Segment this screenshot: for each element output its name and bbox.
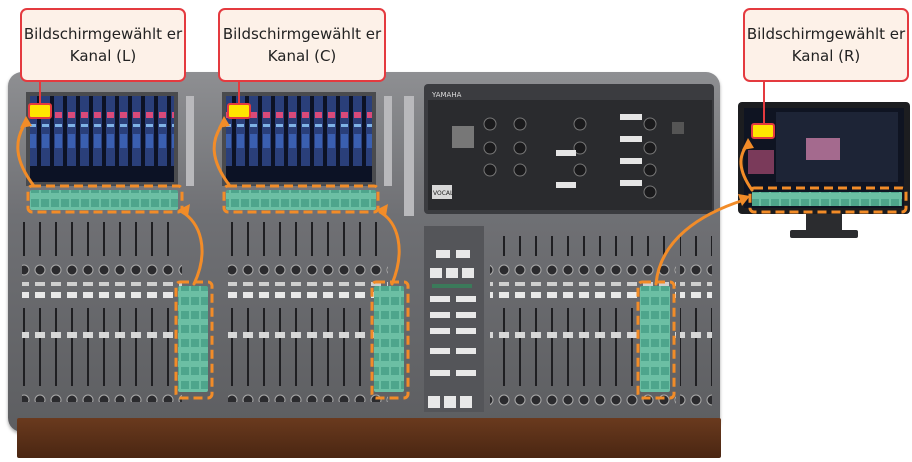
left-selected-channel-section bbox=[178, 286, 208, 392]
callout-left-text: Bildschirmgewählt er Kanal (L) bbox=[23, 25, 183, 65]
center-selected-channel-section bbox=[374, 286, 404, 392]
right-selected-channel-section bbox=[640, 286, 670, 392]
callout-right-text: Bildschirmgewählt er Kanal (R) bbox=[746, 25, 906, 65]
callout-center-text: Bildschirmgewählt er Kanal (C) bbox=[222, 25, 382, 65]
left-fader-bank bbox=[22, 222, 182, 402]
callout-selected-channel-right: Bildschirmgewählt er Kanal (R) bbox=[743, 8, 909, 82]
vocal-panel-label: VOCAL bbox=[433, 190, 454, 197]
centralogic-control-panel bbox=[424, 84, 714, 214]
left-channel-strip-display bbox=[30, 190, 178, 210]
center-selected-channel-marker bbox=[227, 103, 251, 119]
center-fader-bank bbox=[228, 222, 388, 402]
left-selected-channel-marker bbox=[28, 103, 52, 119]
left-arrow-section-to-strip bbox=[180, 210, 204, 286]
callout-selected-channel-center: Bildschirmgewählt er Kanal (C) bbox=[218, 8, 386, 82]
center-channel-strip-display bbox=[226, 190, 376, 210]
callout-selected-channel-left: Bildschirmgewählt er Kanal (L) bbox=[20, 8, 186, 82]
right-selected-channel-marker bbox=[751, 123, 775, 139]
center-section-controls bbox=[424, 226, 484, 412]
brand-text: YAMAHA bbox=[431, 91, 462, 99]
